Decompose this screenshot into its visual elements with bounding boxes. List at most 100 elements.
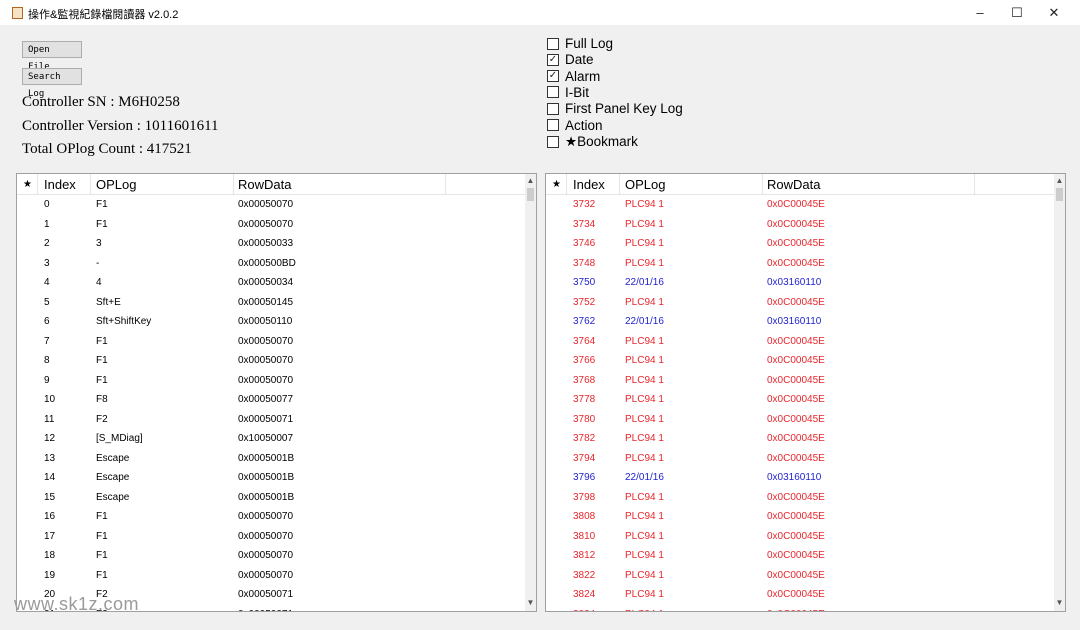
scroll-up-icon[interactable]: ▲ [525,176,536,185]
filter-checkbox-row[interactable]: ★Bookmark [547,134,638,150]
table-row[interactable]: 10 F8 0x00050077 [17,390,525,410]
checked-checkbox-icon[interactable]: ✓ [547,70,559,83]
open-file-button[interactable]: Open File [22,41,82,72]
minimize-button[interactable]: – [962,0,998,25]
left-log-grid[interactable]: ★ Index OPLog RowData 0 F1 0x00050070 1 F1 0x… [16,173,537,612]
oplog-column-header[interactable]: OPLog [625,177,665,192]
table-row[interactable]: 0 F1 0x00050070 [17,195,525,215]
rowdata-cell: 0x0C00045E [767,218,825,230]
rowdata-cell: 0x0C00045E [767,374,825,386]
table-row[interactable]: 3782 PLC94 1 0x0C00045E [546,429,1054,449]
table-row[interactable]: 3794 PLC94 1 0x0C00045E [546,449,1054,469]
table-row[interactable]: 3764 PLC94 1 0x0C00045E [546,332,1054,352]
filter-label: I-Bit [565,84,590,100]
rowdata-cell: 0x0C00045E [767,550,825,561]
scroll-thumb[interactable] [527,188,534,201]
oplog-cell: Escape [96,452,130,464]
right-log-grid[interactable]: ★ Index OPLog RowData 3732 PLC94 1 0x0C000… [545,173,1066,612]
table-row[interactable]: 3734 PLC94 1 0x0C00045E [546,215,1054,235]
oplog-column-header[interactable]: OPLog [96,177,136,192]
table-row[interactable]: 3766 PLC94 1 0x0C00045E [546,351,1054,371]
rowdata-cell: 0x0C00045E [767,335,825,347]
checkbox-icon[interactable] [547,102,559,115]
table-row[interactable]: 3748 PLC94 1 0x0C00045E [546,254,1054,274]
close-button[interactable]: ✕ [1036,0,1072,25]
scroll-down-icon[interactable]: ▼ [525,598,536,607]
table-row[interactable]: 12 [S_MDiag] 0x10050007 [17,429,525,449]
table-row[interactable]: 7 F1 0x00050070 [17,332,525,352]
rowdata-column-header[interactable]: RowData [767,177,820,192]
scroll-up-icon[interactable]: ▲ [1054,176,1065,185]
table-row[interactable]: 15 Escape 0x0005001B [17,488,525,508]
table-row[interactable]: 8 F1 0x00050070 [17,351,525,371]
table-row[interactable]: 3778 PLC94 1 0x0C00045E [546,390,1054,410]
table-row[interactable]: 19 F1 0x00050070 [17,566,525,586]
index-column-header[interactable]: Index [573,177,605,192]
checked-checkbox-icon[interactable]: ✓ [547,53,559,66]
table-row[interactable]: 2 3 0x00050033 [17,234,525,254]
filter-label: Date [565,52,594,68]
oplog-cell: PLC94 1 [625,550,664,561]
checkbox-icon[interactable] [547,86,559,99]
scroll-down-icon[interactable]: ▼ [1054,598,1065,607]
table-row[interactable]: 14 Escape 0x0005001B [17,468,525,488]
oplog-cell: PLC94 1 [625,335,664,347]
table-row[interactable]: 3834 PLC94 1 0x0C00045E [546,605,1054,612]
filter-checkbox-row[interactable]: Full Log [547,36,613,51]
filter-checkbox-row[interactable]: ✓ Alarm [547,69,600,84]
table-row[interactable]: 9 F1 0x00050070 [17,371,525,391]
table-row[interactable]: 3746 PLC94 1 0x0C00045E [546,234,1054,254]
table-row[interactable]: 6 Sft+ShiftKey 0x00050110 [17,312,525,332]
right-scrollbar[interactable]: ▲ ▼ [1054,174,1065,611]
index-cell: 3732 [573,199,596,210]
oplog-cell: F1 [96,530,108,542]
table-row[interactable]: 3822 PLC94 1 0x0C00045E [546,566,1054,586]
rowdata-column-header[interactable]: RowData [238,177,291,192]
table-row[interactable]: 13 Escape 0x0005001B [17,449,525,469]
index-column-header[interactable]: Index [44,177,76,192]
index-cell: 3764 [573,335,596,347]
table-row[interactable]: 3768 PLC94 1 0x0C00045E [546,371,1054,391]
table-row[interactable]: 5 Sft+E 0x00050145 [17,293,525,313]
filter-checkbox-row[interactable]: ✓ Date [547,52,594,67]
index-cell: 19 [44,569,56,581]
filter-checkbox-row[interactable]: First Panel Key Log [547,101,683,116]
table-row[interactable]: 3798 PLC94 1 0x0C00045E [546,488,1054,508]
checkbox-icon[interactable] [547,135,559,148]
index-cell: 2 [44,238,50,249]
left-scrollbar[interactable]: ▲ ▼ [525,174,536,611]
table-row[interactable]: 3824 PLC94 1 0x0C00045E [546,585,1054,605]
table-row[interactable]: 3808 PLC94 1 0x0C00045E [546,507,1054,527]
bookmark-column-header[interactable]: ★ [552,179,561,190]
filter-checkbox-row[interactable]: Action [547,118,603,133]
table-row[interactable]: 18 F1 0x00050070 [17,546,525,566]
table-row[interactable]: 3812 PLC94 1 0x0C00045E [546,546,1054,566]
rowdata-cell: 0x0C00045E [767,530,825,542]
oplog-cell: - [96,257,100,269]
index-cell: 3808 [573,511,596,522]
search-log-button[interactable]: Search Log [22,68,82,99]
table-row[interactable]: 1 F1 0x00050070 [17,215,525,235]
oplog-cell: PLC94 1 [625,413,664,425]
table-row[interactable]: 17 F1 0x00050070 [17,527,525,547]
table-row[interactable]: 3752 PLC94 1 0x0C00045E [546,293,1054,313]
table-row[interactable]: 3750 22/01/16 0x03160110 [546,273,1054,293]
table-row[interactable]: 3762 22/01/16 0x03160110 [546,312,1054,332]
rowdata-cell: 0x000500BD [238,257,296,269]
filter-checkbox-row[interactable]: I-Bit [547,85,589,100]
table-row[interactable]: 3732 PLC94 1 0x0C00045E [546,195,1054,215]
index-cell: 0 [44,199,50,210]
bookmark-column-header[interactable]: ★ [23,179,32,190]
oplog-cell: Sft+E [96,296,121,308]
table-row[interactable]: 3 - 0x000500BD [17,254,525,274]
checkbox-icon[interactable] [547,37,559,50]
table-row[interactable]: 4 4 0x00050034 [17,273,525,293]
table-row[interactable]: 16 F1 0x00050070 [17,507,525,527]
maximize-button[interactable]: ☐ [999,0,1035,25]
table-row[interactable]: 11 F2 0x00050071 [17,410,525,430]
table-row[interactable]: 3810 PLC94 1 0x0C00045E [546,527,1054,547]
scroll-thumb[interactable] [1056,188,1063,201]
table-row[interactable]: 3796 22/01/16 0x03160110 [546,468,1054,488]
checkbox-icon[interactable] [547,119,559,131]
table-row[interactable]: 3780 PLC94 1 0x0C00045E [546,410,1054,430]
